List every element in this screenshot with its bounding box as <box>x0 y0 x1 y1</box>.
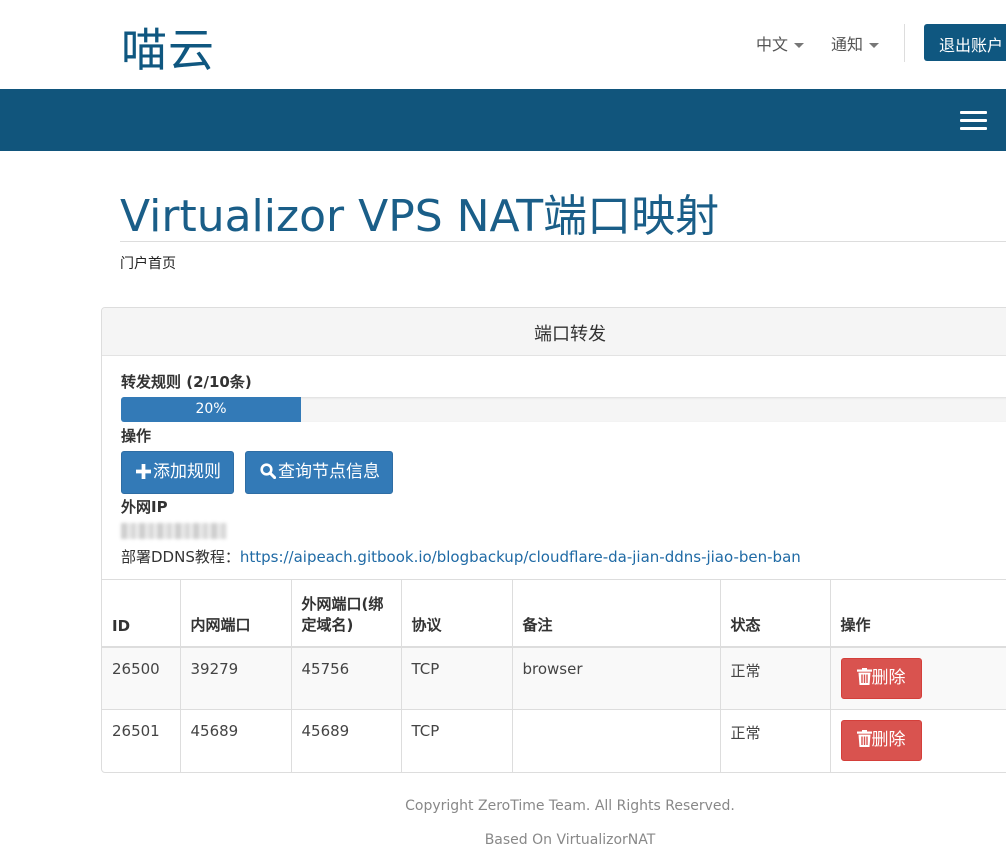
delete-rule-button[interactable]: 删除 <box>840 657 922 699</box>
page-title: Virtualizor VPS NAT端口映射 <box>120 191 720 242</box>
cell-protocol: TCP <box>401 709 513 772</box>
footer-copyright: Copyright ZeroTime Team. All Rights Rese… <box>405 798 735 814</box>
delete-label: 删除 <box>871 730 906 750</box>
notifications-dropdown[interactable]: 通知 <box>831 31 880 55</box>
cell-id: 26500 <box>102 646 181 710</box>
cell-protocol: TCP <box>401 646 513 710</box>
delete-label: 删除 <box>871 667 906 688</box>
external-ip-label: 外网IP <box>121 498 168 516</box>
cell-id: 26501 <box>102 709 181 772</box>
col-header-actions: 操作 <box>840 615 871 634</box>
site-logo[interactable]: 喵云 <box>121 14 215 80</box>
hamburger-menu-icon[interactable] <box>960 111 987 130</box>
cell-internal-port: 45689 <box>180 709 292 772</box>
trash-icon <box>856 667 872 685</box>
col-header-protocol: 协议 <box>401 579 513 647</box>
rules-count-label: 转发规则 (2/10条) <box>121 373 252 391</box>
col-header-internal-port: 内网端口 <box>180 579 292 647</box>
node-info-button[interactable]: 查询节点信息 <box>245 451 393 494</box>
breadcrumb-home[interactable]: 门户首页 <box>120 253 176 273</box>
language-dropdown[interactable]: 中文 <box>756 31 805 55</box>
table-row: 26501 45689 45689 TCP 正常 删除 <box>102 709 1006 773</box>
trash-icon <box>856 730 872 747</box>
logout-button[interactable]: 退出账户 <box>924 24 1006 61</box>
add-rule-button[interactable]: 添加规则 <box>121 451 234 494</box>
cell-status: 正常 <box>720 709 831 772</box>
panel-title: 端口转发 <box>534 324 606 345</box>
add-rule-label: 添加规则 <box>153 462 221 482</box>
cell-external-port: 45689 <box>291 709 402 772</box>
delete-rule-button[interactable]: 删除 <box>840 720 922 761</box>
notifications-label: 通知 <box>831 35 864 54</box>
header-divider <box>904 24 905 62</box>
actions-label: 操作 <box>121 427 152 445</box>
col-header-status: 状态 <box>720 579 831 647</box>
main-navbar <box>0 89 1006 151</box>
ddns-tutorial: 部署DDNS教程：https://aipeach.gitbook.io/blog… <box>121 546 801 567</box>
cell-actions: 删除 <box>830 647 1006 710</box>
cell-note: browser <box>512 646 721 710</box>
table-header-row: ID 内网端口 外网端口(绑定域名) 协议 备注 状态 操作 <box>102 579 1006 647</box>
ddns-prefix: 部署DDNS教程： <box>121 548 240 566</box>
external-ip-value-redacted <box>121 523 227 539</box>
cell-note <box>512 709 721 772</box>
rules-progress-bar: 20% <box>121 397 301 422</box>
caret-down-icon <box>794 43 805 48</box>
ddns-tutorial-link[interactable]: https://aipeach.gitbook.io/blogbackup/cl… <box>240 548 801 566</box>
col-header-id: ID <box>102 579 181 647</box>
rules-table: ID 内网端口 外网端口(绑定域名) 协议 备注 状态 操作 26500 392… <box>102 579 1006 773</box>
search-icon <box>260 463 277 480</box>
cell-status: 正常 <box>720 646 831 710</box>
title-divider <box>120 241 1006 242</box>
cell-actions: 删除 <box>830 710 1006 773</box>
col-header-note: 备注 <box>512 579 721 647</box>
plus-icon <box>136 464 151 479</box>
caret-down-icon <box>869 43 880 48</box>
node-info-label: 查询节点信息 <box>278 462 380 482</box>
top-header: 喵云 中文 通知 退出账户 <box>0 0 1006 89</box>
panel-heading: 端口转发 <box>102 308 1006 356</box>
rules-progress: 20% <box>121 397 1006 422</box>
col-header-external-port: 外网端口(绑定域名) <box>291 579 402 647</box>
cell-internal-port: 39279 <box>180 646 292 710</box>
language-label: 中文 <box>756 35 789 54</box>
table-row: 26500 39279 45756 TCP browser 正常 删除 <box>102 646 1006 710</box>
port-forward-panel: 端口转发 转发规则 (2/10条) 20% 操作 添加规则 查询节点信息 外网I… <box>101 307 1006 773</box>
footer-based-on: Based On VirtualizorNAT <box>484 832 656 848</box>
cell-external-port: 45756 <box>291 646 402 710</box>
